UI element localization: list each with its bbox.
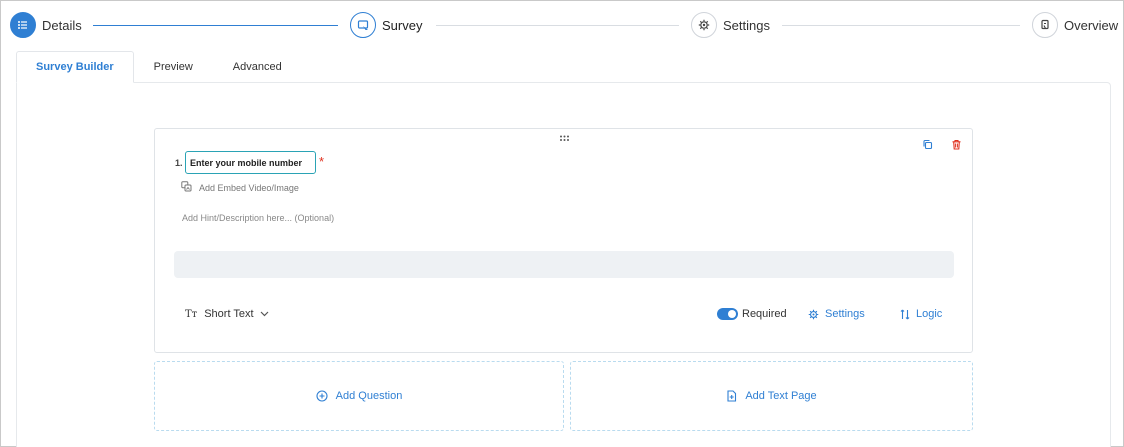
required-toggle-group: Required <box>717 308 787 320</box>
add-embed-media[interactable]: Add Embed Video/Image <box>181 181 299 194</box>
question-card: 1. * Add Embed Video/Image Add Hint/Desc… <box>154 128 973 353</box>
logic-label: Logic <box>916 308 943 320</box>
add-page-icon <box>727 390 737 402</box>
gear-icon <box>808 309 819 319</box>
list-icon <box>10 12 36 38</box>
stepper-connector-2 <box>436 25 679 26</box>
stepper-connector-1 <box>93 25 338 26</box>
tab-survey-builder[interactable]: Survey Builder <box>16 51 134 83</box>
step-settings[interactable]: Settings <box>691 12 770 38</box>
text-type-icon: Tт <box>185 308 198 320</box>
duplicate-icon[interactable] <box>922 139 933 153</box>
answer-preview-field <box>174 251 954 278</box>
step-survey[interactable]: Survey <box>350 12 422 38</box>
question-type-dropdown[interactable]: Tт Short Text <box>185 308 269 320</box>
delete-icon[interactable] <box>951 139 962 153</box>
logic-branch-icon <box>900 309 910 319</box>
chevron-down-icon <box>260 308 269 320</box>
add-question-button[interactable]: Add Question <box>154 361 564 431</box>
question-logic-button[interactable]: Logic <box>900 308 942 320</box>
image-icon <box>181 181 192 194</box>
builder-tabs: Survey Builder Preview Advanced <box>16 51 302 83</box>
tab-advanced[interactable]: Advanced <box>213 51 302 83</box>
step-details-label: Details <box>42 17 82 33</box>
embed-label: Add Embed Video/Image <box>199 182 299 193</box>
overview-icon <box>1032 12 1058 38</box>
step-settings-label: Settings <box>723 17 770 33</box>
add-text-page-label: Add Text Page <box>745 390 817 402</box>
question-type-label: Short Text <box>204 308 254 320</box>
question-title-input[interactable] <box>185 151 316 174</box>
hint-description-input[interactable]: Add Hint/Description here... (Optional) <box>182 213 334 223</box>
step-survey-label: Survey <box>382 17 423 33</box>
gear-icon <box>691 12 717 38</box>
survey-icon <box>350 12 376 38</box>
plus-circle-icon <box>316 390 328 402</box>
progress-stepper: Details Survey Settings Overview <box>1 1 1124 51</box>
step-overview[interactable]: Overview <box>1032 12 1118 38</box>
stepper-connector-3 <box>782 25 1020 26</box>
step-details[interactable]: Details <box>10 12 82 38</box>
question-number: 1. <box>175 158 183 168</box>
add-text-page-button[interactable]: Add Text Page <box>570 361 973 431</box>
required-label: Required <box>742 308 787 320</box>
required-marker: * <box>319 154 325 169</box>
add-question-label: Add Question <box>335 390 403 402</box>
step-overview-label: Overview <box>1064 17 1119 33</box>
drag-handle-icon[interactable] <box>559 133 571 143</box>
settings-label: Settings <box>825 308 865 320</box>
required-toggle[interactable] <box>717 308 738 320</box>
tab-preview[interactable]: Preview <box>134 51 213 83</box>
question-settings-button[interactable]: Settings <box>808 308 865 320</box>
